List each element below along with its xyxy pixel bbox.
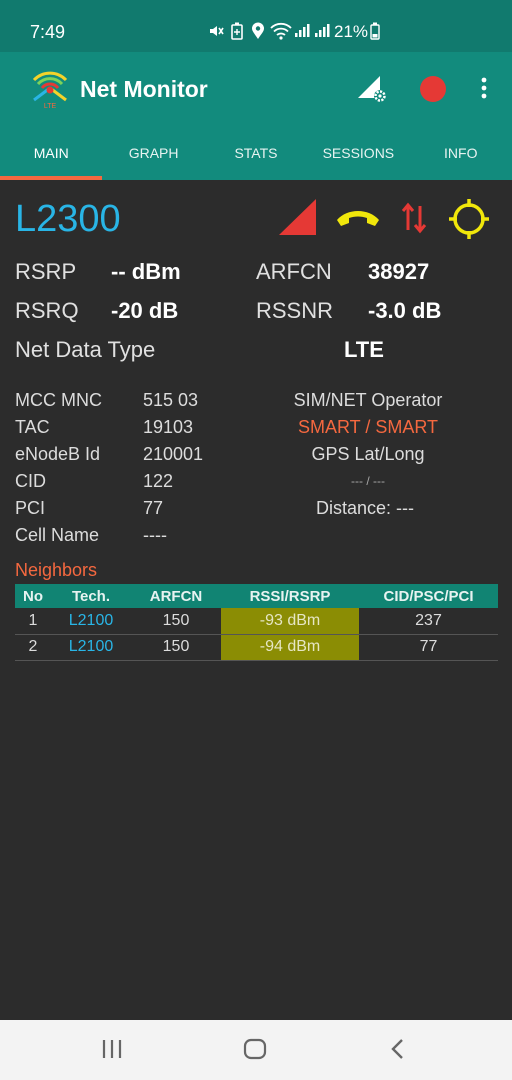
mcc-mnc-label: MCC MNC [15, 390, 102, 410]
logo-label: LTE [44, 103, 57, 110]
tab-bar: MAIN GRAPH STATS SESSIONS INFO [0, 132, 512, 180]
rsrp-label: RSRP [15, 259, 77, 284]
pci-label: PCI [15, 498, 46, 518]
battery-percent: 21% [334, 22, 369, 41]
battery-saver-icon [231, 22, 243, 40]
rsrq-label: RSRQ [15, 298, 79, 323]
status-bar: 7:49 21% [0, 0, 512, 52]
gps-locate-icon [449, 199, 489, 239]
table-header: No Tech. ARFCN RSSI/RSRP CID/PSC/PCI [15, 584, 498, 608]
tab-stats[interactable]: STATS [205, 132, 307, 180]
enodeb-label: eNodeB Id [15, 444, 101, 464]
signal-icon [295, 24, 310, 37]
gps-label: GPS Lat/Long [311, 444, 425, 464]
rssnr-label: RSSNR [256, 298, 334, 323]
table-row: 2 L2100 150 -94 dBm 77 [15, 634, 498, 661]
signal-icon [315, 24, 330, 37]
cell-arfcn: 150 [131, 634, 221, 661]
cell-cid: 237 [359, 608, 498, 635]
distance-value: Distance: --- [315, 498, 414, 518]
more-options-icon[interactable] [478, 76, 490, 102]
cell-name-value: ---- [143, 525, 167, 545]
cell-rssi: -94 dBm [221, 634, 359, 661]
neighbors-table: No Tech. ARFCN RSSI/RSRP CID/PSC/PCI 1 L… [15, 584, 498, 661]
signal-settings-icon[interactable] [356, 74, 388, 104]
battery-icon [370, 22, 380, 40]
cell-arfcn: 150 [131, 608, 221, 635]
gps-value: --- / --- [351, 474, 385, 488]
back-icon[interactable] [388, 1038, 408, 1060]
cell-rssi: -93 dBm [221, 608, 359, 635]
table-row: 1 L2100 150 -93 dBm 237 [15, 608, 498, 635]
location-icon [252, 22, 264, 39]
rsrp-value: -- dBm [111, 259, 181, 284]
data-activity-icon [401, 202, 427, 234]
cid-value: 122 [143, 471, 174, 491]
col-header-rssi: RSSI/RSRP [221, 584, 359, 608]
technology-label: L2300 [15, 198, 121, 240]
cell-name-label: Cell Name [15, 525, 100, 545]
app-logo-icon: LTE [32, 71, 68, 110]
rsrq-value: -20 dB [111, 298, 179, 323]
mcc-mnc-value: 515 03 [143, 390, 199, 410]
operator-label: SIM/NET Operator [293, 390, 443, 410]
wifi-icon [270, 22, 292, 40]
enodeb-value: 210001 [143, 444, 204, 464]
col-header-arfcn: ARFCN [131, 584, 221, 608]
rssnr-value: -3.0 dB [368, 298, 442, 323]
cell-tech: L2100 [51, 634, 131, 661]
pci-value: 77 [143, 498, 164, 518]
recent-apps-icon[interactable] [100, 1038, 124, 1060]
call-icon [337, 211, 379, 226]
app-title: Net Monitor [80, 76, 208, 102]
arfcn-label: ARFCN [256, 259, 332, 284]
net-data-type-value: LTE [344, 337, 384, 362]
operator-value: SMART / SMART [297, 417, 439, 437]
cell-cid: 77 [359, 634, 498, 661]
tab-sessions[interactable]: SESSIONS [307, 132, 409, 180]
cid-label: CID [15, 471, 46, 491]
status-time: 7:49 [30, 22, 66, 42]
tab-graph[interactable]: GRAPH [102, 132, 204, 180]
tab-info[interactable]: INFO [410, 132, 512, 180]
col-header-tech: Tech. [51, 584, 131, 608]
home-icon[interactable] [242, 1038, 268, 1060]
cell-no: 1 [15, 608, 51, 635]
app-bar: LTE Net Monitor MAIN GRAPH STATS SESSION… [0, 52, 512, 180]
col-header-no: No [15, 584, 51, 608]
record-button[interactable] [418, 74, 448, 104]
cell-no: 2 [15, 634, 51, 661]
neighbors-title: Neighbors [15, 560, 98, 580]
tab-main[interactable]: MAIN [0, 132, 103, 180]
net-data-type-label: Net Data Type [15, 337, 156, 362]
col-header-cid: CID/PSC/PCI [359, 584, 498, 608]
tac-value: 19103 [143, 417, 194, 437]
signal-strength-icon [279, 199, 316, 235]
cell-tech: L2100 [51, 608, 131, 635]
system-nav-bar [0, 1020, 512, 1080]
main-panel: L2300 RSRP -- dBm ARFCN 38927 RSRQ -20 d… [0, 180, 512, 1020]
arfcn-value: 38927 [368, 259, 430, 284]
mute-icon [210, 26, 224, 36]
tac-label: TAC [15, 417, 50, 437]
